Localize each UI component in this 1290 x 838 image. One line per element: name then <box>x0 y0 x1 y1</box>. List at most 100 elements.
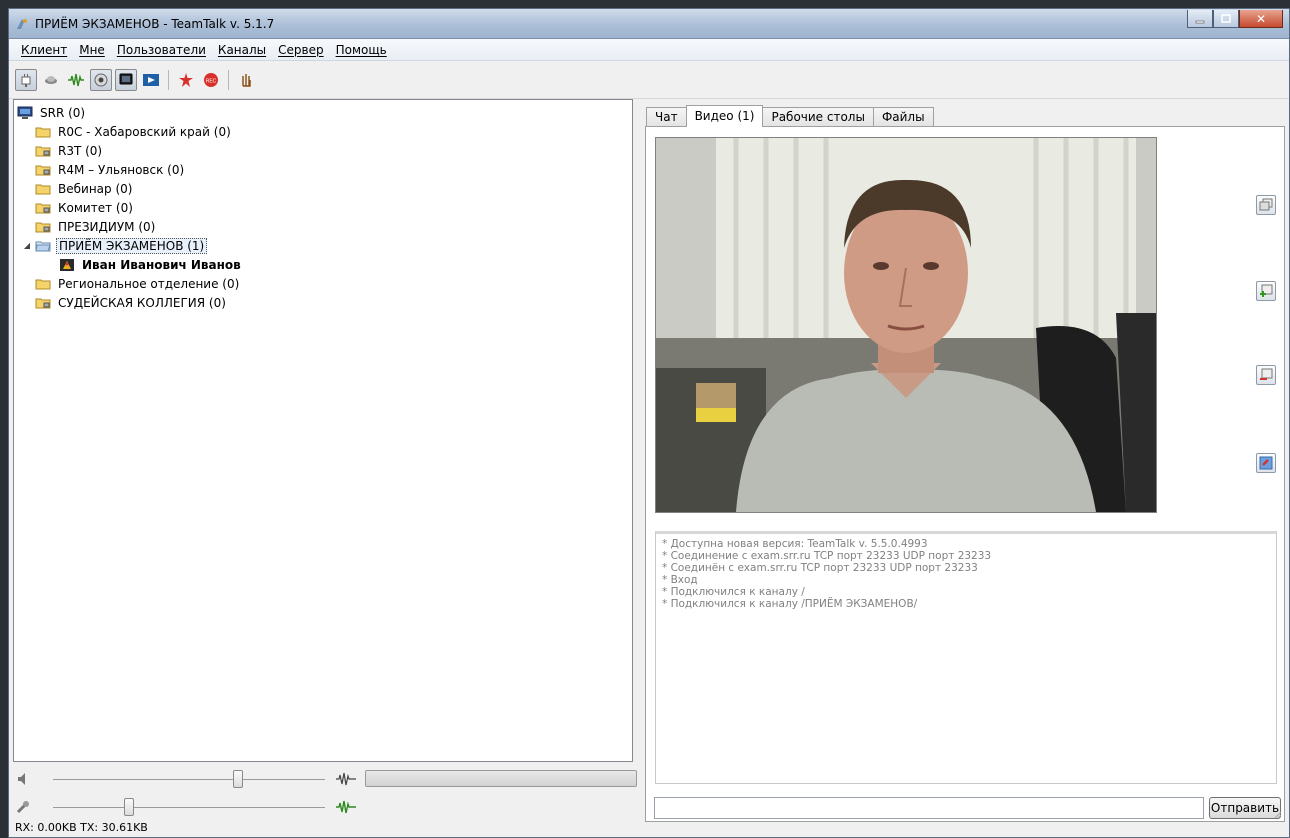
menu-users[interactable]: Пользователи <box>111 43 212 57</box>
tab-files[interactable]: Файлы <box>872 107 934 127</box>
window-title: ПРИЁМ ЭКЗАМЕНОВ - TeamTalk v. 5.1.7 <box>35 17 275 31</box>
desktop-share-icon <box>119 73 133 84</box>
channel-name: ПРЕЗИДИУМ (0) <box>58 219 156 234</box>
channel-tree: SRR (0) R0C - Хабаровский край (0) R3T (0… <box>13 99 633 762</box>
video-tab-panel: * Доступна новая версия: TeamTalk v. 5.5… <box>645 126 1285 822</box>
user-name: Иван Иванович Иванов <box>82 257 241 272</box>
desktop-share-button[interactable] <box>115 68 137 91</box>
menu-client[interactable]: Клиент <box>15 43 73 57</box>
send-button-label: Отправить <box>1210 801 1280 815</box>
webcam-icon <box>94 73 108 86</box>
expand-arrow-icon[interactable]: ◢ <box>20 241 34 250</box>
remove-video-button[interactable] <box>1256 365 1276 385</box>
stream-media-button[interactable] <box>140 69 162 91</box>
record-icon: REC <box>204 72 218 87</box>
channel-list: R0C - Хабаровский край (0) R3T (0) R4M – У… <box>16 122 632 312</box>
raise-hand-button[interactable] <box>235 69 257 91</box>
webcam-button[interactable] <box>90 68 112 91</box>
channel-name: R0C - Хабаровский край (0) <box>58 124 231 139</box>
close-button[interactable]: ✕ <box>1239 10 1283 28</box>
locked-folder-icon <box>34 220 52 234</box>
toolbar: REC <box>9 61 1289 99</box>
resize-grip-icon[interactable] <box>1272 809 1282 819</box>
folder-icon <box>34 125 52 139</box>
speaker-volume-slider[interactable] <box>232 770 243 788</box>
connect-button[interactable] <box>15 68 37 91</box>
tree-channel-row[interactable]: СУДЕЙСКАЯ КОЛЛЕГИЯ (0) <box>16 293 632 312</box>
minimize-button[interactable] <box>1187 10 1213 28</box>
tab-chat[interactable]: Чат <box>646 107 687 127</box>
toolbar-separator <box>168 69 169 90</box>
close-icon: ✕ <box>1255 11 1267 26</box>
speaker-mute-button[interactable] <box>40 69 62 91</box>
tree-channel-row[interactable]: Комитет (0) <box>16 198 632 217</box>
menu-help[interactable]: Помощь <box>330 43 393 57</box>
maximize-icon <box>1221 13 1231 23</box>
teamtalk-window: ПРИЁМ ЭКЗАМЕНОВ - TeamTalk v. 5.1.7 ✕ Кл… <box>8 8 1290 838</box>
tree-channel-row[interactable]: ПРЕЗИДИУМ (0) <box>16 217 632 236</box>
video-file-icon <box>143 73 159 86</box>
teamtalk-app-icon <box>15 17 29 31</box>
log-line: * Подключился к каналу /ПРИЁМ ЭКЗАМЕНОВ/ <box>662 598 918 610</box>
chat-message-input[interactable] <box>654 797 1204 819</box>
stop-talk-button[interactable] <box>175 69 197 91</box>
tab-video[interactable]: Видео (1) <box>685 105 764 127</box>
toolbar-separator <box>228 69 229 90</box>
tab-bar: Чат Видео (1) Рабочие столы Файлы <box>646 105 934 127</box>
tree-user-row[interactable]: Иван Иванович Иванов <box>16 255 632 274</box>
remove-window-icon <box>1260 368 1273 380</box>
detach-window-icon <box>1259 198 1273 211</box>
server-computer-icon <box>16 106 34 120</box>
voice-activation-level-icon <box>335 799 357 818</box>
speaker-volume-icon <box>15 771 31 790</box>
folder-icon <box>34 277 52 291</box>
channel-name: СУДЕЙСКАЯ КОЛЛЕГИЯ (0) <box>58 295 226 310</box>
raise-hand-icon <box>242 73 251 87</box>
video-settings-icon <box>1259 456 1273 470</box>
speaker-icon <box>45 75 57 84</box>
tree-server-row[interactable]: SRR (0) <box>16 103 632 122</box>
log-line: * Соединение с exam.srr.ru TCP порт 2323… <box>662 550 992 562</box>
menu-me[interactable]: Мне <box>73 43 111 57</box>
locked-folder-icon <box>34 163 52 177</box>
status-log: * Доступна новая версия: TeamTalk v. 5.5… <box>655 531 1277 784</box>
channel-name: R4M – Ульяновск (0) <box>58 162 185 177</box>
add-window-icon <box>1260 284 1273 297</box>
record-button[interactable]: REC <box>200 69 222 91</box>
tree-channel-row[interactable]: Региональное отделение (0) <box>16 274 632 293</box>
voice-activation-icon <box>68 73 84 86</box>
speaker-volume-row <box>13 767 639 791</box>
locked-folder-icon <box>34 144 52 158</box>
tab-desktops[interactable]: Рабочие столы <box>762 107 874 127</box>
detach-video-button[interactable] <box>1256 195 1276 215</box>
send-button[interactable]: Отправить <box>1209 797 1281 819</box>
maximize-button[interactable] <box>1213 10 1239 28</box>
menu-bar: Клиент Мне Пользователи Каналы Сервер По… <box>9 39 1289 61</box>
webcam-video-image <box>656 138 1156 512</box>
video-settings-button[interactable] <box>1256 453 1276 473</box>
push-to-talk-stop-icon <box>179 72 193 87</box>
server-label: SRR (0) <box>40 105 86 120</box>
tree-channel-row[interactable]: R4M – Ульяновск (0) <box>16 160 632 179</box>
title-bar[interactable]: ПРИЁМ ЭКЗАМЕНОВ - TeamTalk v. 5.1.7 ✕ <box>9 9 1289 39</box>
open-folder-icon <box>34 239 52 253</box>
video-stream[interactable] <box>655 137 1157 513</box>
channel-name: Вебинар (0) <box>58 181 133 196</box>
tree-channel-row[interactable]: ◢ ПРИЁМ ЭКЗАМЕНОВ (1) <box>16 236 632 255</box>
user-icon <box>58 258 76 272</box>
channel-name: Комитет (0) <box>58 200 133 215</box>
tree-channel-row[interactable]: R0C - Хабаровский край (0) <box>16 122 632 141</box>
tree-channel-row[interactable]: Вебинар (0) <box>16 179 632 198</box>
voice-activation-button[interactable] <box>65 69 87 91</box>
log-line: * Вход <box>662 574 698 586</box>
channel-name: R3T (0) <box>58 143 103 158</box>
add-video-button[interactable] <box>1256 281 1276 301</box>
menu-server[interactable]: Сервер <box>272 43 329 57</box>
mic-gain-track <box>53 807 325 808</box>
menu-channels[interactable]: Каналы <box>212 43 272 57</box>
speaker-volume-track <box>53 779 325 780</box>
tree-channel-row[interactable]: R3T (0) <box>16 141 632 160</box>
mic-gain-slider[interactable] <box>124 798 135 816</box>
channel-name: Региональное отделение (0) <box>58 276 240 291</box>
window-controls: ✕ <box>1187 10 1283 28</box>
